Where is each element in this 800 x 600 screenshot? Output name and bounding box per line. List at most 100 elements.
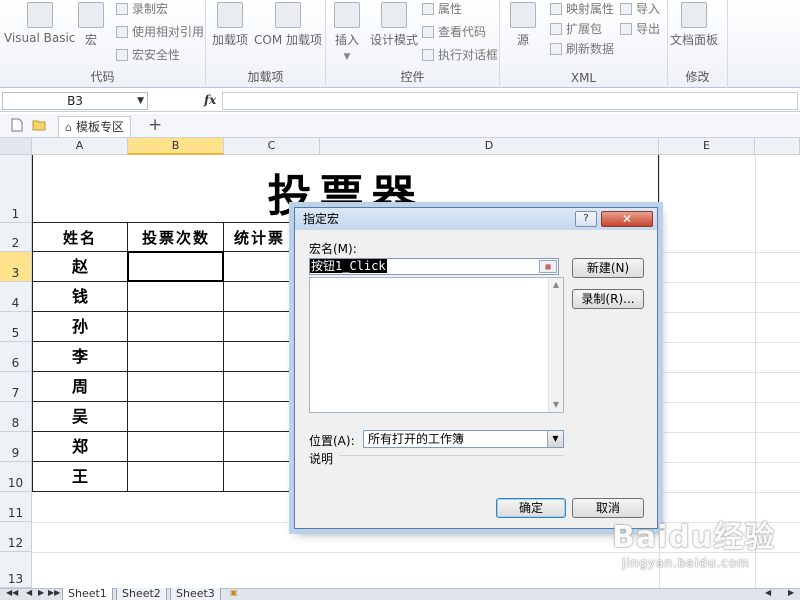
macro-security-button[interactable]: 宏安全性 bbox=[116, 46, 180, 63]
column-header-d[interactable]: D bbox=[320, 138, 659, 155]
export-button[interactable]: 导出 bbox=[620, 20, 660, 37]
import-button[interactable]: 导入 bbox=[620, 0, 660, 17]
header-votes[interactable]: 投票次数 bbox=[128, 225, 224, 251]
column-header-e[interactable]: E bbox=[659, 138, 755, 155]
name-cell[interactable]: 赵 bbox=[32, 252, 128, 282]
visual-basic-button[interactable]: Visual Basic bbox=[4, 2, 75, 45]
assign-macro-dialog: 指定宏 ? ✕ 宏名(M): 按钮1_Click ▦ ▲ ▼ 新建(N) 录制(… bbox=[294, 207, 658, 529]
name-box[interactable]: B3 ▼ bbox=[2, 92, 148, 110]
header-name[interactable]: 姓名 bbox=[32, 225, 128, 251]
row-header-5[interactable]: 5 bbox=[0, 312, 32, 342]
scroll-up-icon[interactable]: ▲ bbox=[549, 278, 563, 292]
formula-input[interactable] bbox=[222, 92, 798, 110]
group-label-code: 代码 bbox=[90, 70, 115, 84]
refresh-icon bbox=[550, 43, 562, 55]
com-addins-button[interactable]: COM 加载项 bbox=[254, 2, 322, 48]
macros-button[interactable]: 宏 bbox=[78, 2, 104, 48]
view-code-button[interactable]: 查看代码 bbox=[422, 23, 486, 40]
column-header-f[interactable] bbox=[755, 138, 800, 155]
name-cell[interactable]: 王 bbox=[32, 462, 128, 492]
range-picker-icon[interactable]: ▦ bbox=[539, 260, 557, 273]
row-header-7[interactable]: 7 bbox=[0, 372, 32, 402]
last-sheet-icon[interactable]: ▶▶ bbox=[48, 588, 60, 597]
macro-list-scrollbar[interactable]: ▲ ▼ bbox=[548, 278, 563, 412]
first-sheet-icon[interactable]: ◀◀ bbox=[6, 588, 18, 597]
column-header-c[interactable]: C bbox=[224, 138, 320, 155]
record-macro-button[interactable]: 录制宏 bbox=[116, 0, 168, 17]
export-icon bbox=[620, 23, 632, 35]
macros-label: 宏 bbox=[84, 33, 97, 47]
next-sheet-icon[interactable]: ▶ bbox=[38, 588, 44, 597]
description-label: 说明 bbox=[309, 452, 334, 466]
properties-button[interactable]: 属性 bbox=[422, 0, 462, 17]
home-icon: ⌂ bbox=[65, 121, 72, 134]
row-header-13[interactable]: 13 bbox=[0, 552, 32, 588]
scroll-down-icon[interactable]: ▼ bbox=[549, 398, 563, 412]
sheet-tab-3[interactable]: Sheet3 bbox=[170, 588, 221, 600]
row-header-3[interactable]: 3 bbox=[0, 252, 32, 282]
row-header-2[interactable]: 2 bbox=[0, 223, 32, 252]
ok-button[interactable]: 确定 bbox=[496, 498, 566, 518]
sheet-tab-2[interactable]: Sheet2 bbox=[116, 588, 167, 600]
open-folder-icon[interactable] bbox=[32, 118, 46, 132]
row-header-4[interactable]: 4 bbox=[0, 282, 32, 312]
select-all-corner[interactable] bbox=[0, 138, 32, 155]
help-button[interactable]: ? bbox=[575, 211, 597, 227]
document-panel-button[interactable]: 文档面板 bbox=[670, 2, 718, 48]
name-cell[interactable]: 李 bbox=[32, 342, 128, 372]
description-divider bbox=[339, 455, 564, 456]
map-properties-button[interactable]: 映射属性 bbox=[550, 0, 614, 17]
group-code: Visual Basic 宏 录制宏 使用相对引用 宏安全性 代码 bbox=[0, 0, 206, 88]
scroll-left-icon[interactable]: ◀ bbox=[765, 588, 771, 597]
tab-template-zone[interactable]: ⌂ 模板专区 bbox=[58, 116, 131, 137]
relative-refs-button[interactable]: 使用相对引用 bbox=[116, 23, 204, 40]
macro-name-label: 宏名(M): bbox=[309, 242, 357, 256]
watermark-url: jingyan.baidu.com bbox=[622, 556, 750, 570]
new-document-icon[interactable] bbox=[10, 118, 24, 132]
record-macro-icon bbox=[116, 3, 128, 15]
new-tab-button[interactable]: + bbox=[148, 115, 162, 135]
ribbon: Visual Basic 宏 录制宏 使用相对引用 宏安全性 代码 加载项 CO… bbox=[0, 0, 800, 88]
name-cell[interactable]: 周 bbox=[32, 372, 128, 402]
column-header-a[interactable]: A bbox=[32, 138, 128, 155]
row-header-12[interactable]: 12 bbox=[0, 522, 32, 552]
macros-icon bbox=[78, 2, 104, 28]
expansion-packs-button[interactable]: 扩展包 bbox=[550, 20, 602, 37]
chevron-down-icon: ▼ bbox=[343, 52, 351, 62]
toolbox-icon bbox=[334, 2, 360, 28]
row-header-9[interactable]: 9 bbox=[0, 432, 32, 462]
record-macro-dialog-button[interactable]: 录制(R)... bbox=[572, 289, 644, 309]
sheet-tab-1[interactable]: Sheet1 bbox=[62, 588, 113, 600]
name-cell[interactable]: 孙 bbox=[32, 312, 128, 342]
name-cell[interactable]: 钱 bbox=[32, 282, 128, 312]
row-header-11[interactable]: 11 bbox=[0, 492, 32, 522]
chevron-down-icon[interactable]: ▼ bbox=[547, 431, 563, 447]
baidu-watermark: Baidu经验 jingyan.baidu.com bbox=[612, 512, 775, 570]
refresh-data-button[interactable]: 刷新数据 bbox=[550, 40, 614, 57]
selected-cell-b3[interactable] bbox=[127, 251, 224, 282]
row-header-1[interactable]: 1 bbox=[0, 155, 32, 223]
location-select[interactable]: 所有打开的工作簿 ▼ bbox=[363, 430, 564, 448]
row-header-6[interactable]: 6 bbox=[0, 342, 32, 372]
row-header-10[interactable]: 10 bbox=[0, 462, 32, 492]
addins-button[interactable]: 加载项 bbox=[212, 2, 248, 48]
insert-sheet-icon[interactable]: ▣ bbox=[230, 588, 238, 597]
name-cell[interactable]: 吴 bbox=[32, 402, 128, 432]
prev-sheet-icon[interactable]: ◀ bbox=[26, 588, 32, 597]
xml-source-icon bbox=[510, 2, 536, 28]
map-properties-icon bbox=[550, 3, 562, 15]
insert-function-icon[interactable]: fx bbox=[204, 93, 216, 107]
run-dialog-button[interactable]: 执行对话框 bbox=[422, 46, 498, 63]
macro-list[interactable]: ▲ ▼ bbox=[309, 277, 564, 413]
close-button[interactable]: ✕ bbox=[601, 211, 653, 227]
insert-control-button[interactable]: 插入 ▼ bbox=[334, 2, 360, 62]
macro-name-input[interactable]: 按钮1_Click ▦ bbox=[309, 258, 559, 275]
row-header-8[interactable]: 8 bbox=[0, 402, 32, 432]
scroll-right-icon[interactable]: ▶ bbox=[788, 588, 794, 597]
column-header-b[interactable]: B bbox=[128, 138, 224, 155]
new-macro-button[interactable]: 新建(N) bbox=[572, 258, 644, 278]
design-mode-button[interactable]: 设计模式 bbox=[370, 2, 418, 48]
name-cell[interactable]: 郑 bbox=[32, 432, 128, 462]
xml-source-button[interactable]: 源 bbox=[510, 2, 536, 48]
view-code-icon bbox=[422, 26, 434, 38]
